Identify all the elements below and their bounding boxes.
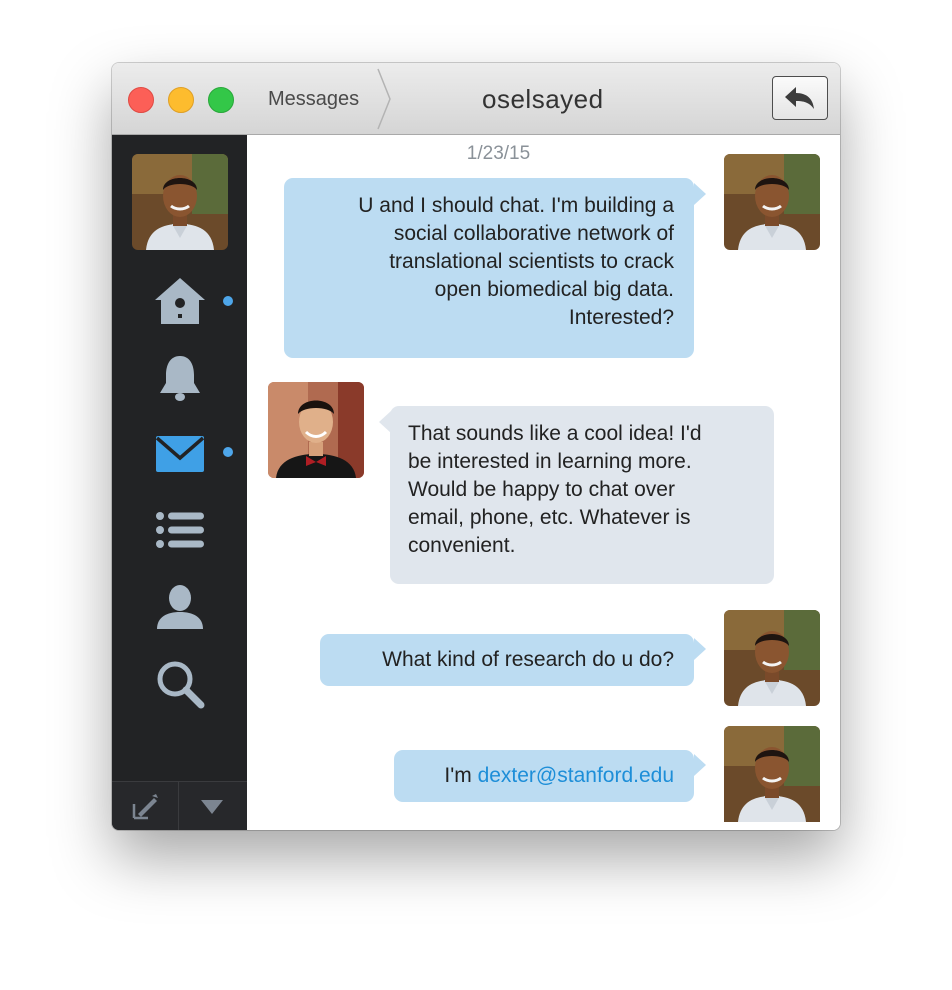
message-bubble-outgoing[interactable]: I'm dexter@stanford.edu: [394, 750, 694, 802]
reply-arrow-icon: [785, 87, 814, 109]
message-bubble-outgoing[interactable]: What kind of research do u do?: [320, 634, 694, 686]
sidebar-item-search[interactable]: [148, 652, 212, 716]
message-line: translational scientists to crack: [389, 250, 674, 273]
message-line: What kind of research do u do?: [382, 648, 674, 671]
message-line: social collaborative network of: [393, 222, 674, 245]
avatar-self[interactable]: [724, 610, 820, 706]
sidebar-footer: [112, 781, 247, 830]
email-link[interactable]: dexter@stanford.edu: [478, 764, 674, 787]
compose-button[interactable]: [112, 782, 178, 830]
avatar-contact[interactable]: [268, 382, 364, 478]
list-icon: [156, 512, 204, 548]
zoom-window-button[interactable]: [208, 87, 234, 113]
message-line: That sounds like a cool idea! I'd: [408, 422, 702, 445]
message-line: convenient.: [408, 534, 516, 557]
title-bar: Messages oselsayed: [112, 63, 840, 135]
message-bubble-outgoing[interactable]: U and I should chat. I'm building a soci…: [284, 178, 694, 358]
message-line: Would be happy to chat over: [408, 478, 675, 501]
sidebar: [112, 135, 247, 830]
avatar-photo-self: [724, 154, 820, 250]
sidebar-item-notifications[interactable]: [148, 346, 212, 410]
conversation-title: oselsayed: [482, 84, 604, 114]
message-text: I'm: [444, 764, 478, 787]
compose-icon: [132, 793, 158, 819]
birdhouse-home-icon: [155, 278, 205, 324]
envelope-icon: [155, 436, 205, 472]
bell-icon: [160, 356, 200, 401]
messages-window: Messages oselsayed 1/23/15 U and I shoul…: [112, 63, 840, 830]
dropdown-triangle-icon: [201, 799, 223, 814]
message-bubble-incoming[interactable]: That sounds like a cool idea! I'd be int…: [390, 406, 774, 584]
account-menu-button[interactable]: [179, 782, 245, 830]
home-unread-dot: [223, 296, 233, 306]
user-avatar[interactable]: [132, 154, 228, 250]
bubble-tail: [694, 754, 706, 776]
sidebar-item-home[interactable]: [148, 269, 212, 333]
message-line: open biomedical big data.: [434, 278, 674, 301]
sidebar-item-lists[interactable]: [148, 498, 212, 562]
avatar-self[interactable]: [724, 154, 820, 250]
minimize-window-button[interactable]: [168, 87, 194, 113]
bubble-tail: [694, 183, 706, 205]
sidebar-item-profile[interactable]: [148, 575, 212, 639]
bubble-tail: [694, 638, 706, 660]
person-icon: [157, 585, 203, 629]
message-line: U and I should chat. I'm building a: [358, 194, 674, 217]
message-line: email, phone, etc. Whatever is: [408, 506, 691, 529]
avatar-photo-self: [132, 154, 228, 250]
search-icon: [157, 661, 205, 709]
sidebar-item-messages[interactable]: [148, 422, 212, 486]
avatar-photo-self: [724, 726, 820, 822]
avatar-self[interactable]: [724, 726, 820, 830]
breadcrumb-chevron-icon: [377, 68, 391, 130]
message-line: Interested?: [568, 306, 674, 329]
message-line: be interested in learning more.: [408, 450, 692, 473]
conversation-date: 1/23/15: [466, 143, 531, 164]
avatar-photo-contact: [268, 382, 364, 478]
reply-button[interactable]: [772, 76, 828, 120]
conversation-pane[interactable]: 1/23/15 U and I should chat. I'm buildin…: [247, 135, 840, 830]
messages-unread-dot: [223, 447, 233, 457]
avatar-photo-self: [724, 610, 820, 706]
close-window-button[interactable]: [128, 87, 154, 113]
breadcrumb-messages[interactable]: Messages: [268, 88, 359, 111]
